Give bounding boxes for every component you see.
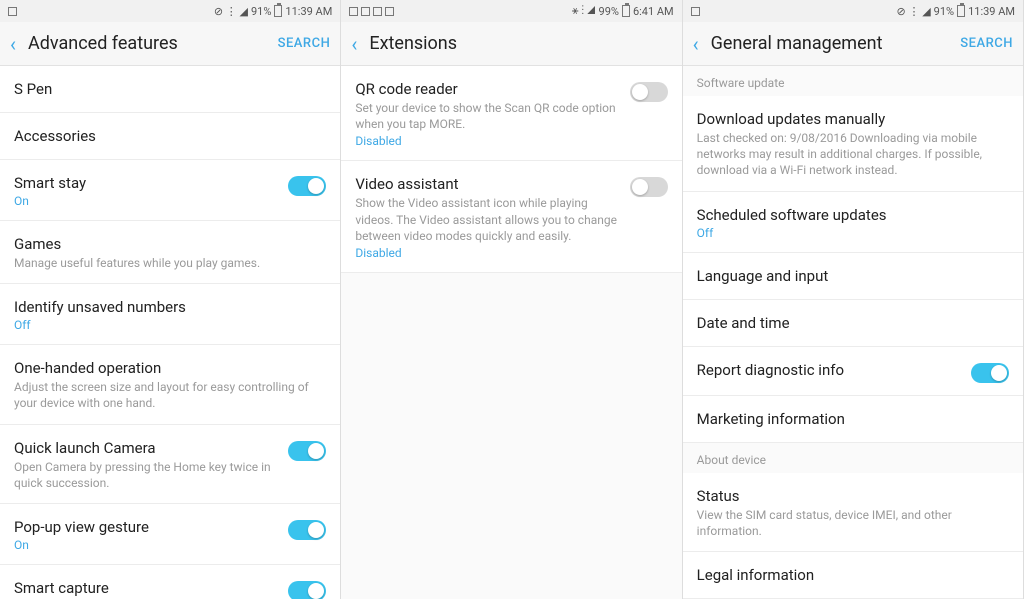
settings-row[interactable]: Report diagnostic info: [683, 347, 1023, 396]
clock: 11:39 AM: [968, 5, 1015, 18]
settings-row[interactable]: Quick launch Camera Open Camera by pressi…: [0, 425, 340, 504]
settings-list[interactable]: Software updateDownload updates manually…: [683, 66, 1023, 599]
row-status: Disabled: [355, 246, 619, 260]
row-title: Legal information: [697, 566, 1009, 584]
battery-percent: 99%: [599, 5, 619, 18]
download-icon: [385, 7, 394, 16]
row-title: Video assistant: [355, 175, 619, 193]
grid-icon: [349, 7, 358, 16]
toggle-switch[interactable]: [288, 441, 326, 461]
row-title: Marketing information: [697, 410, 1009, 428]
page-header: ‹ General management SEARCH: [683, 22, 1023, 66]
clock: 6:41 AM: [633, 5, 674, 18]
row-title: Games: [14, 235, 326, 253]
page-title: Advanced features: [28, 33, 266, 54]
panel-general-management: ⊘ ⋮ ◢ 91% 11:39 AM ‹ General management …: [683, 0, 1024, 599]
settings-row[interactable]: Marketing information: [683, 396, 1023, 443]
section-label: Software update: [683, 66, 1023, 96]
panel-extensions: ⚹ ⋮ ◢ 99% 6:41 AM ‹ Extensions QR code r…: [341, 0, 682, 599]
settings-row[interactable]: Accessories: [0, 113, 340, 160]
settings-row[interactable]: Legal information: [683, 552, 1023, 599]
mail-icon: [361, 7, 370, 16]
toggle-switch[interactable]: [630, 177, 668, 197]
settings-row[interactable]: Date and time: [683, 300, 1023, 347]
row-description: Manage useful features while you play ga…: [14, 255, 326, 271]
settings-row[interactable]: Smart stay On: [0, 160, 340, 221]
tablet-icon: [691, 7, 700, 16]
page-title: Extensions: [369, 33, 671, 54]
row-title: QR code reader: [355, 80, 619, 98]
row-title: S Pen: [14, 80, 326, 98]
battery-icon: [274, 5, 282, 17]
row-description: Set your device to show the Scan QR code…: [355, 100, 619, 132]
back-icon[interactable]: ‹: [693, 34, 699, 54]
page-header: ‹ Extensions: [341, 22, 681, 66]
row-description: Open Camera by pressing the Home key twi…: [14, 459, 278, 491]
row-description: Adjust the screen size and layout for ea…: [14, 379, 326, 411]
image-icon: [373, 7, 382, 16]
row-title: Report diagnostic info: [697, 361, 961, 379]
toggle-switch[interactable]: [288, 581, 326, 599]
row-title: Download updates manually: [697, 110, 1009, 128]
row-title: Accessories: [14, 127, 326, 145]
settings-row[interactable]: Language and input: [683, 253, 1023, 300]
section-label: About device: [683, 443, 1023, 473]
row-status: Off: [14, 318, 326, 332]
settings-row[interactable]: Scheduled software updates Off: [683, 192, 1023, 253]
row-title: Quick launch Camera: [14, 439, 278, 457]
row-title: Status: [697, 487, 1009, 505]
settings-row[interactable]: Video assistant Show the Video assistant …: [341, 161, 681, 273]
row-description: Show the Video assistant icon while play…: [355, 195, 619, 244]
row-status: On: [14, 538, 278, 552]
status-bar: ⊘ ⋮ ◢ 91% 11:39 AM: [683, 0, 1023, 22]
settings-row[interactable]: Games Manage useful features while you pl…: [0, 221, 340, 284]
settings-list[interactable]: S Pen Accessories Smart stay On Games Manage …: [0, 66, 340, 599]
row-title: Smart stay: [14, 174, 278, 192]
settings-row[interactable]: S Pen: [0, 66, 340, 113]
settings-row[interactable]: Pop-up view gesture On: [0, 504, 340, 565]
status-bar: ⊘ ⋮ ◢ 91% 11:39 AM: [0, 0, 340, 22]
toggle-switch[interactable]: [288, 176, 326, 196]
row-status: On: [14, 194, 278, 208]
toggle-switch[interactable]: [971, 363, 1009, 383]
panel-advanced-features: ⊘ ⋮ ◢ 91% 11:39 AM ‹ Advanced features S…: [0, 0, 341, 599]
settings-row[interactable]: Status View the SIM card status, device I…: [683, 473, 1023, 552]
settings-row[interactable]: Smart captureOn: [0, 565, 340, 599]
status-icons: ⊘ ⋮ ◢: [214, 5, 248, 18]
battery-icon: [957, 5, 965, 17]
settings-list[interactable]: QR code reader Set your device to show th…: [341, 66, 681, 599]
settings-row[interactable]: Identify unsaved numbers Off: [0, 284, 340, 345]
row-status: Off: [697, 226, 1009, 240]
row-title: Date and time: [697, 314, 1009, 332]
toggle-switch[interactable]: [630, 82, 668, 102]
search-action[interactable]: SEARCH: [960, 36, 1013, 51]
row-title: One-handed operation: [14, 359, 326, 377]
status-icons: ⊘ ⋮ ◢: [897, 5, 931, 18]
row-title: Identify unsaved numbers: [14, 298, 326, 316]
page-title: General management: [711, 33, 949, 54]
status-icons: ⚹ ⋮ ◢: [572, 4, 596, 18]
back-icon[interactable]: ‹: [351, 34, 357, 54]
battery-icon: [622, 5, 630, 17]
row-status: Disabled: [355, 134, 619, 148]
tablet-icon: [8, 7, 17, 16]
battery-percent: 91%: [251, 5, 271, 18]
row-description: View the SIM card status, device IMEI, a…: [697, 507, 1009, 539]
battery-percent: 91%: [934, 5, 954, 18]
settings-row[interactable]: One-handed operation Adjust the screen si…: [0, 345, 340, 424]
back-icon[interactable]: ‹: [10, 34, 16, 54]
clock: 11:39 AM: [285, 5, 332, 18]
toggle-switch[interactable]: [288, 520, 326, 540]
page-header: ‹ Advanced features SEARCH: [0, 22, 340, 66]
row-title: Scheduled software updates: [697, 206, 1009, 224]
settings-row[interactable]: QR code reader Set your device to show th…: [341, 66, 681, 161]
row-title: Smart capture: [14, 579, 278, 597]
status-bar: ⚹ ⋮ ◢ 99% 6:41 AM: [341, 0, 681, 22]
search-action[interactable]: SEARCH: [278, 36, 331, 51]
row-title: Pop-up view gesture: [14, 518, 278, 536]
settings-row[interactable]: Download updates manually Last checked on…: [683, 96, 1023, 192]
row-title: Language and input: [697, 267, 1009, 285]
row-description: Last checked on: 9/08/2016 Downloading v…: [697, 130, 1009, 179]
